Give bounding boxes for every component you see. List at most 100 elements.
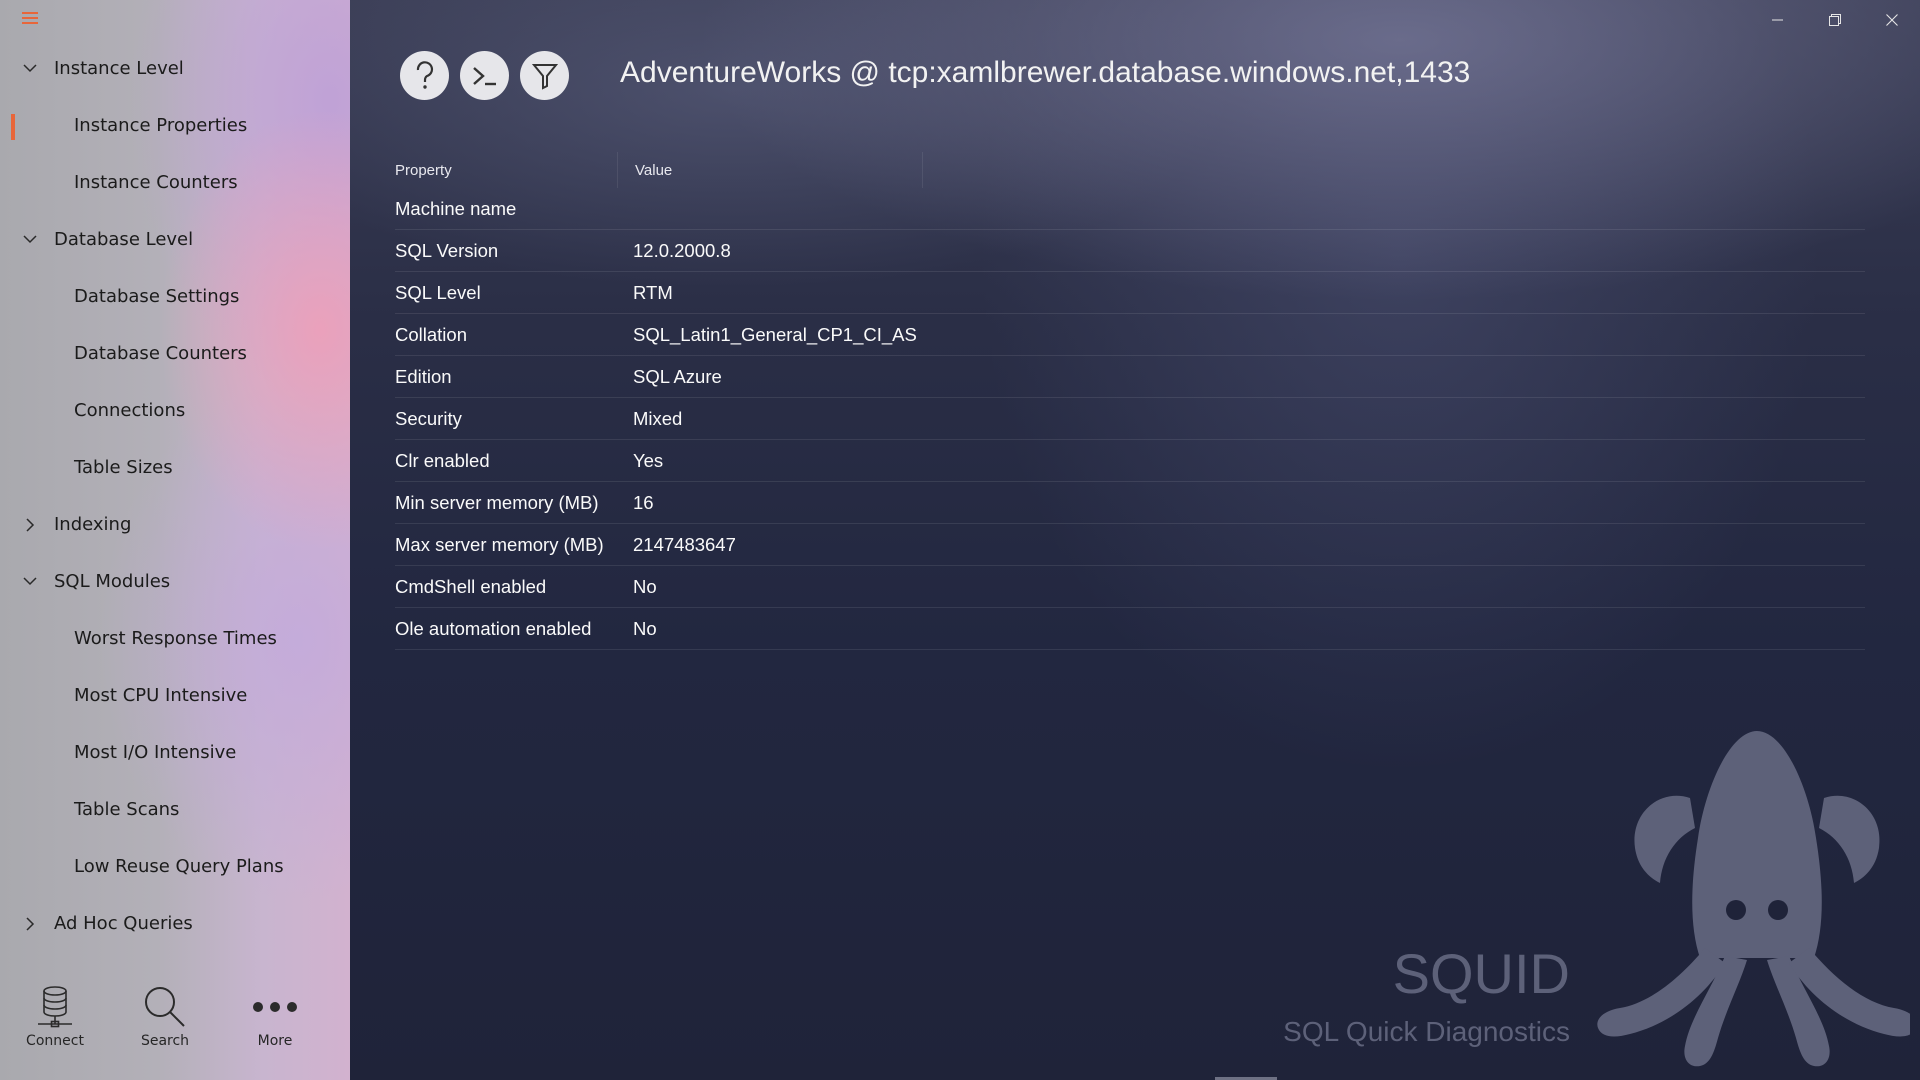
logo-title: SQUID (1392, 942, 1570, 1005)
nav-group-label: Instance Level (54, 58, 184, 79)
nav-item-label: Low Reuse Query Plans (74, 856, 284, 877)
table-row[interactable]: Clr enabled Yes (395, 440, 1865, 482)
nav-group-ad-hoc-queries[interactable]: Ad Hoc Queries (0, 895, 350, 952)
properties-grid: Property Value Machine name SQL Version … (395, 152, 1865, 650)
connect-button[interactable]: Connect (0, 965, 110, 1080)
navigation-pane: Instance Level Instance Properties Insta… (0, 0, 350, 1080)
search-label: Search (140, 1033, 190, 1049)
table-row[interactable]: Collation SQL_Latin1_General_CP1_CI_AS (395, 314, 1865, 356)
nav-item-most-io-intensive[interactable]: Most I/O Intensive (0, 724, 350, 781)
nav-item-table-scans[interactable]: Table Scans (0, 781, 350, 838)
nav-group-label: Ad Hoc Queries (54, 913, 193, 934)
nav-item-label: Table Scans (74, 799, 180, 820)
nav-item-connections[interactable]: Connections (0, 382, 350, 439)
nav-item-low-reuse-query-plans[interactable]: Low Reuse Query Plans (0, 838, 350, 895)
table-row[interactable]: Ole automation enabled No (395, 608, 1865, 650)
navigation-tree: Instance Level Instance Properties Insta… (0, 40, 350, 952)
content-area: AdventureWorks @ tcp:xamlbrewer.database… (350, 0, 1920, 1080)
column-header-property[interactable]: Property (395, 152, 618, 188)
table-row[interactable]: Max server memory (MB) 2147483647 (395, 524, 1865, 566)
connect-label: Connect (26, 1033, 84, 1049)
chevron-right-icon[interactable] (22, 916, 38, 932)
filter-icon (531, 63, 558, 90)
nav-item-instance-properties[interactable]: Instance Properties (0, 97, 350, 154)
value-cell: RTM (633, 281, 673, 303)
table-row[interactable]: SQL Version 12.0.2000.8 (395, 230, 1865, 272)
nav-item-worst-response-times[interactable]: Worst Response Times (0, 610, 350, 667)
window-controls (1749, 0, 1920, 40)
column-header-value[interactable]: Value (618, 152, 923, 188)
nav-item-table-sizes[interactable]: Table Sizes (0, 439, 350, 496)
nav-item-label: Instance Counters (74, 172, 238, 193)
terminal-icon (472, 66, 496, 85)
logo-subtitle: SQL Quick Diagnostics (1283, 1016, 1570, 1047)
filter-button[interactable] (520, 51, 569, 100)
value-cell: 16 (633, 491, 654, 513)
property-cell: Clr enabled (395, 449, 490, 471)
nav-item-instance-counters[interactable]: Instance Counters (0, 154, 350, 211)
nav-item-label: Instance Properties (74, 115, 248, 136)
nav-group-indexing[interactable]: Indexing (0, 496, 350, 553)
table-row[interactable]: Min server memory (MB) 16 (395, 482, 1865, 524)
more-icon (252, 983, 298, 1031)
grid-header: Property Value (395, 152, 1865, 188)
hamburger-menu-icon[interactable] (22, 10, 40, 26)
nav-item-database-settings[interactable]: Database Settings (0, 268, 350, 325)
nav-group-instance-level[interactable]: Instance Level (0, 40, 350, 97)
nav-item-label: Database Settings (74, 286, 240, 307)
close-icon (1885, 14, 1898, 26)
search-icon (142, 983, 188, 1031)
table-row[interactable]: SQL Level RTM (395, 272, 1865, 314)
restore-button[interactable] (1806, 0, 1863, 40)
more-button[interactable]: More (220, 965, 330, 1080)
nav-group-sql-modules[interactable]: SQL Modules (0, 553, 350, 610)
app-logo-text: SQUID SQL Quick Diagnostics (1283, 946, 1570, 1048)
value-cell: No (633, 617, 657, 639)
nav-item-label: Connections (74, 400, 186, 421)
more-label: More (257, 1033, 293, 1049)
nav-item-database-counters[interactable]: Database Counters (0, 325, 350, 382)
property-cell: Collation (395, 323, 467, 345)
nav-item-label: Most I/O Intensive (74, 742, 237, 763)
nav-group-label: Indexing (54, 514, 132, 535)
table-row[interactable]: CmdShell enabled No (395, 566, 1865, 608)
value-cell: Yes (633, 449, 664, 471)
minimize-button[interactable] (1749, 0, 1806, 40)
squid-logo-icon (1597, 731, 1910, 1067)
command-bar: Connect Search More (0, 965, 350, 1080)
property-cell: Security (395, 407, 462, 429)
value-cell: SQL Azure (633, 365, 722, 387)
property-cell: Max server memory (MB) (395, 533, 604, 555)
restore-icon (1828, 14, 1841, 26)
nav-item-label: Worst Response Times (74, 628, 277, 649)
chevron-right-icon[interactable] (22, 517, 38, 533)
property-cell: Machine name (395, 197, 517, 219)
value-cell: 12.0.2000.8 (633, 239, 731, 261)
nav-item-label: Most CPU Intensive (74, 685, 248, 706)
chevron-down-icon[interactable] (22, 61, 38, 77)
page-title: AdventureWorks @ tcp:xamlbrewer.database… (620, 56, 1471, 89)
terminal-button[interactable] (460, 51, 509, 100)
value-cell: Mixed (633, 407, 683, 429)
nav-group-database-level[interactable]: Database Level (0, 211, 350, 268)
value-cell: SQL_Latin1_General_CP1_CI_AS (633, 323, 917, 345)
search-button[interactable]: Search (110, 965, 220, 1080)
toolbar (400, 51, 569, 100)
nav-group-label: SQL Modules (54, 571, 171, 592)
table-row[interactable]: Machine name (395, 188, 1865, 230)
nav-item-most-cpu-intensive[interactable]: Most CPU Intensive (0, 667, 350, 724)
nav-item-label: Database Counters (74, 343, 247, 364)
property-cell: Edition (395, 365, 452, 387)
property-cell: SQL Level (395, 281, 481, 303)
table-row[interactable]: Security Mixed (395, 398, 1865, 440)
property-cell: CmdShell enabled (395, 575, 547, 597)
chevron-down-icon[interactable] (22, 574, 38, 590)
database-icon (35, 983, 75, 1031)
table-row[interactable]: Edition SQL Azure (395, 356, 1865, 398)
nav-group-label: Database Level (54, 229, 194, 250)
help-button[interactable] (400, 51, 449, 100)
chevron-down-icon[interactable] (22, 232, 38, 248)
minimize-icon (1771, 19, 1783, 21)
nav-item-label: Table Sizes (74, 457, 173, 478)
close-button[interactable] (1863, 0, 1920, 40)
